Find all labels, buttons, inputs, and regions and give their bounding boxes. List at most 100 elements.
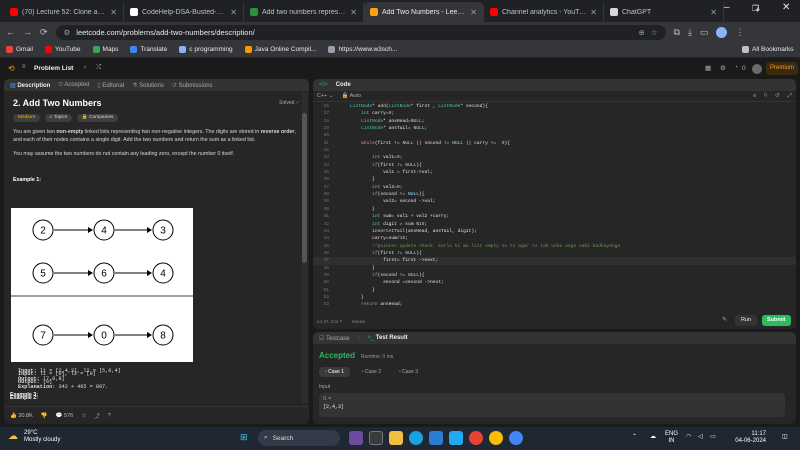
site-info-icon[interactable]: ⚙ — [64, 28, 71, 37]
notifications-icon[interactable]: ◫ — [782, 433, 788, 440]
case-tab[interactable]: • Case 2 — [356, 367, 387, 377]
layout-icon[interactable]: ▦ — [705, 64, 711, 72]
bookmark-star-icon[interactable]: ☆ — [651, 28, 658, 37]
bookmark-item[interactable]: Maps — [92, 46, 118, 53]
tab-testcase[interactable]: ☑ Testcase — [319, 335, 350, 342]
case-tab[interactable]: • Case 3 — [393, 367, 424, 377]
app-mosaic-icon[interactable] — [349, 431, 363, 445]
difficulty-tag[interactable]: Medium — [13, 114, 41, 122]
profile-avatar[interactable] — [716, 26, 728, 38]
zoom-icon[interactable]: ⊕ — [639, 28, 645, 37]
clock[interactable]: 11:17 04-06-2024 — [726, 431, 766, 445]
tab-submissions[interactable]: ↺ Submissions — [172, 82, 213, 89]
sidepanel-icon[interactable]: ▭ — [700, 27, 709, 38]
bookmark-item[interactable]: YouTube — [44, 46, 81, 53]
url-text[interactable]: leetcode.com/problems/add-two-numbers/de… — [76, 28, 254, 37]
reload-icon[interactable]: ⟳ — [40, 27, 48, 38]
code-line[interactable]: 44 carry=sum/10; — [313, 235, 796, 242]
file-explorer-icon[interactable] — [389, 431, 403, 445]
companies-tag[interactable]: 🔒 Companies — [76, 114, 119, 122]
topics-tag[interactable]: ⌂ Topics — [44, 114, 73, 122]
share-icon[interactable]: ⤴ — [94, 412, 100, 420]
comments-button[interactable]: 💬 576 — [56, 413, 74, 419]
chrome-profile-icon[interactable] — [509, 431, 523, 445]
tab-close-icon[interactable]: ✕ — [710, 8, 717, 17]
code-line[interactable]: 51 } — [313, 287, 796, 294]
windows-start-icon[interactable]: ⊞ — [240, 432, 248, 443]
dislike-icon[interactable]: 👎 — [41, 413, 48, 419]
tab-accepted[interactable]: ⏲ Accepted — [58, 82, 89, 89]
code-line[interactable]: 39 val2= second ->val; — [313, 198, 796, 205]
code-line[interactable]: 40 } — [313, 206, 796, 213]
code-line[interactable]: 53 return ansHead; — [313, 301, 796, 308]
code-editor[interactable]: 26 ListNode* add(ListNode* first , ListN… — [313, 102, 796, 308]
run-button[interactable]: Run — [735, 315, 758, 326]
scrollbar-thumb[interactable] — [302, 113, 307, 263]
chrome-icon[interactable] — [469, 431, 483, 445]
code-line[interactable]: 27 int carry=0; — [313, 110, 796, 117]
code-line[interactable]: 41 int sum= val1 + val2 +carry; — [313, 213, 796, 220]
browser-tab[interactable]: ChatGPT ✕ — [604, 2, 724, 22]
bookmark-item[interactable]: Translate — [130, 46, 167, 53]
code-line[interactable]: 45 //pointer update check karlo ki wo li… — [313, 243, 796, 250]
forward-icon[interactable]: → — [23, 27, 32, 37]
cloud-icon[interactable]: ☁ — [650, 433, 656, 440]
browser-tab[interactable]: Add Two Numbers - LeetCo ✕ — [364, 2, 484, 22]
back-icon[interactable]: ← — [6, 27, 15, 37]
downloads-icon[interactable]: ⤓ — [688, 27, 692, 38]
maximize-icon[interactable]: ❐ — [752, 4, 759, 13]
feedback-icon[interactable]: ? — [108, 413, 111, 419]
code-line[interactable]: 49 if(second != NULL){ — [313, 272, 796, 279]
all-bookmarks-button[interactable]: All Bookmarks — [742, 46, 794, 53]
code-line[interactable]: 38 if(second != NULL){ — [313, 191, 796, 198]
submit-button[interactable]: Submit — [762, 315, 791, 326]
address-bar[interactable]: ⚙ leetcode.com/problems/add-two-numbers/… — [55, 24, 666, 40]
battery-icon[interactable]: ▭ — [710, 433, 716, 440]
close-icon[interactable]: ✕ — [782, 2, 790, 13]
tab-close-icon[interactable]: ✕ — [230, 8, 237, 17]
bookmark-item[interactable]: Gmail — [6, 46, 33, 53]
reset-icon[interactable]: ↺ — [775, 93, 780, 99]
case-tab[interactable]: • Case 1 — [319, 367, 350, 377]
browser-tab[interactable]: Channel analytics - YouTub ✕ — [484, 2, 604, 22]
code-line[interactable]: 33 int val1=0; — [313, 154, 796, 161]
like-button[interactable]: 👍 30.8K — [10, 413, 33, 419]
vscode-icon[interactable] — [449, 431, 463, 445]
code-line[interactable]: 48 } — [313, 265, 796, 272]
code-line[interactable]: 37 int val2=0; — [313, 184, 796, 191]
code-line[interactable]: 32 — [313, 147, 796, 154]
fullscreen-icon[interactable]: ⤢ — [788, 93, 792, 100]
tab-close-icon[interactable]: ✕ — [470, 8, 477, 17]
code-line[interactable]: 50 second =second ->next; — [313, 279, 796, 286]
task-view-icon[interactable] — [369, 431, 383, 445]
format-icon[interactable]: ≡ — [753, 93, 756, 99]
tab-description[interactable]: ▤ Description — [10, 82, 50, 89]
bookmark-icon[interactable]: ⌑ — [764, 93, 767, 99]
bookmark-item[interactable]: c programming — [179, 46, 233, 53]
tab-editorial[interactable]: ▯ Editorial — [97, 82, 124, 89]
language-select[interactable]: C++ ⌄ — [317, 93, 334, 99]
shuffle-icon[interactable]: ⤮ — [96, 64, 101, 72]
taskbar-search[interactable]: ⌕ Search — [258, 430, 340, 446]
volume-icon[interactable]: ◁ — [698, 433, 703, 440]
code-line[interactable]: 36 } — [313, 176, 796, 183]
language-indicator[interactable]: ENG IN — [665, 431, 678, 445]
streak-icon[interactable]: ◔ — [734, 64, 738, 71]
code-line[interactable]: 28 ListNode* ansHead=NULL; — [313, 118, 796, 125]
wifi-icon[interactable]: ◠ — [686, 433, 691, 440]
weather-icon[interactable]: ☁ — [8, 431, 18, 442]
browser-tab[interactable]: Add two numbers represent ✕ — [244, 2, 364, 22]
code-line[interactable]: 43 insertAtTail(ansHead, ansTail, digit)… — [313, 228, 796, 235]
chrome-canary-icon[interactable] — [489, 431, 503, 445]
code-line[interactable]: 31 while(first != NULL || second != NULL… — [313, 140, 796, 147]
user-avatar[interactable] — [752, 64, 762, 74]
tab-close-icon[interactable]: ✕ — [590, 8, 597, 17]
prev-problem-icon[interactable]: ‹ — [70, 64, 72, 71]
code-line[interactable]: 47 first= first ->next; — [313, 257, 796, 265]
extensions-icon[interactable]: ⧉ — [674, 27, 680, 38]
favorite-icon[interactable]: ☆ — [81, 413, 86, 419]
tray-overflow-icon[interactable]: ⌃ — [632, 433, 637, 440]
browser-tab[interactable]: CodeHelp-DSA-Busted-Serie ✕ — [124, 2, 244, 22]
code-line[interactable]: 26 ListNode* add(ListNode* first , ListN… — [313, 103, 796, 110]
tab-close-icon[interactable]: ✕ — [110, 8, 117, 17]
